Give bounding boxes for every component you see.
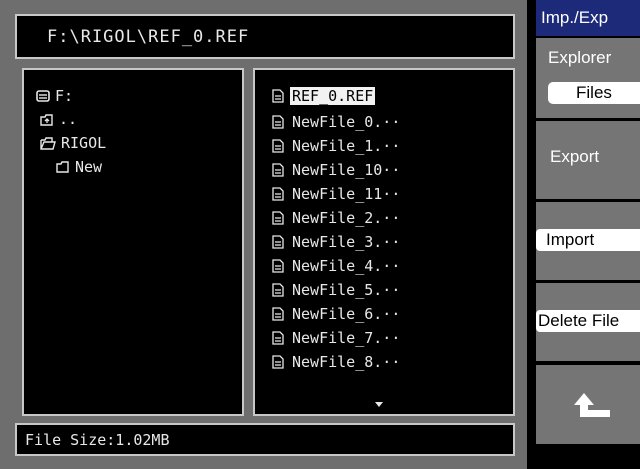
file-name: NewFile_3.·· xyxy=(292,233,401,251)
tree-item-label: RIGOL xyxy=(61,134,107,152)
directory-tree: F: .. RIGOL New xyxy=(22,68,244,416)
file-name: NewFile_4.·· xyxy=(292,257,401,275)
import-button[interactable]: Import xyxy=(536,202,640,280)
export-label: Export xyxy=(550,147,600,166)
file-row[interactable]: NewFile_3.·· xyxy=(272,232,402,252)
file-name: NewFile_5.·· xyxy=(292,281,401,299)
open-folder-icon xyxy=(40,136,56,150)
explorer-softkey[interactable]: Explorer Files xyxy=(536,38,640,118)
file-name: NewFile_0.·· xyxy=(292,113,401,131)
file-name: NewFile_1.·· xyxy=(292,137,401,155)
file-name: REF_0.REF xyxy=(290,87,376,105)
file-icon xyxy=(272,331,284,345)
file-icon xyxy=(272,115,284,129)
delete-file-button[interactable]: Delete File xyxy=(536,283,640,361)
file-name: NewFile_7.·· xyxy=(292,329,401,347)
path-bar: F:\RIGOL\REF_0.REF xyxy=(15,14,515,59)
file-icon xyxy=(272,307,284,321)
file-icon xyxy=(272,259,284,273)
tree-item-drive[interactable]: F: xyxy=(36,87,73,105)
return-arrow-icon xyxy=(574,393,610,417)
menu-title: Imp./Exp xyxy=(536,0,640,36)
folder-icon xyxy=(56,161,69,173)
file-icon xyxy=(272,139,284,153)
tree-item-rigol[interactable]: RIGOL xyxy=(40,134,106,152)
file-row[interactable]: NewFile_0.·· xyxy=(272,112,402,132)
explorer-value: Files xyxy=(548,82,640,104)
file-list[interactable]: REF_0.REF NewFile_0.·· NewFile_1.·· NewF… xyxy=(253,68,515,416)
delete-file-label: Delete File xyxy=(536,310,640,332)
file-row[interactable]: NewFile_7.·· xyxy=(272,328,402,348)
file-name: NewFile_10·· xyxy=(292,161,401,179)
file-name: NewFile_6.·· xyxy=(292,305,401,323)
file-name: NewFile_2.·· xyxy=(292,209,401,227)
file-icon xyxy=(272,89,284,103)
file-row[interactable]: NewFile_1.·· xyxy=(272,136,402,156)
tree-item-label: .. xyxy=(59,110,78,128)
file-icon xyxy=(272,283,284,297)
drive-icon xyxy=(36,90,50,102)
file-size-text: File Size:1.02MB xyxy=(25,431,170,449)
status-bar: File Size:1.02MB xyxy=(15,423,515,456)
tree-item-parent[interactable]: .. xyxy=(40,110,77,128)
file-row[interactable]: NewFile_8.·· xyxy=(272,352,402,372)
import-label: Import xyxy=(536,229,640,251)
file-row[interactable]: NewFile_11·· xyxy=(272,184,402,204)
file-row[interactable]: NewFile_10·· xyxy=(272,160,402,180)
file-icon xyxy=(272,355,284,369)
file-name: NewFile_11·· xyxy=(292,185,401,203)
explorer-label: Explorer xyxy=(548,48,612,67)
file-row[interactable]: NewFile_2.·· xyxy=(272,208,402,228)
file-icon xyxy=(272,163,284,177)
file-explorer-screen: F:\RIGOL\REF_0.REF F: .. RIGOL New REF_0… xyxy=(0,0,527,469)
parent-folder-icon xyxy=(40,113,53,126)
file-row[interactable]: NewFile_6.·· xyxy=(272,304,402,324)
tree-item-new[interactable]: New xyxy=(56,158,102,176)
export-button[interactable]: Export xyxy=(536,121,640,199)
file-name: NewFile_8.·· xyxy=(292,353,401,371)
back-button[interactable] xyxy=(536,365,640,444)
tree-item-label: F: xyxy=(55,87,74,105)
current-path: F:\RIGOL\REF_0.REF xyxy=(47,27,250,47)
scroll-down-icon[interactable] xyxy=(375,402,383,407)
file-row[interactable]: NewFile_5.·· xyxy=(272,280,402,300)
file-icon xyxy=(272,187,284,201)
file-icon xyxy=(272,235,284,249)
softkey-menu: Imp./Exp Explorer Files Export Import De… xyxy=(527,0,640,469)
tree-item-label: New xyxy=(75,158,103,176)
file-icon xyxy=(272,211,284,225)
file-row[interactable]: REF_0.REF xyxy=(272,86,376,106)
file-row[interactable]: NewFile_4.·· xyxy=(272,256,402,276)
